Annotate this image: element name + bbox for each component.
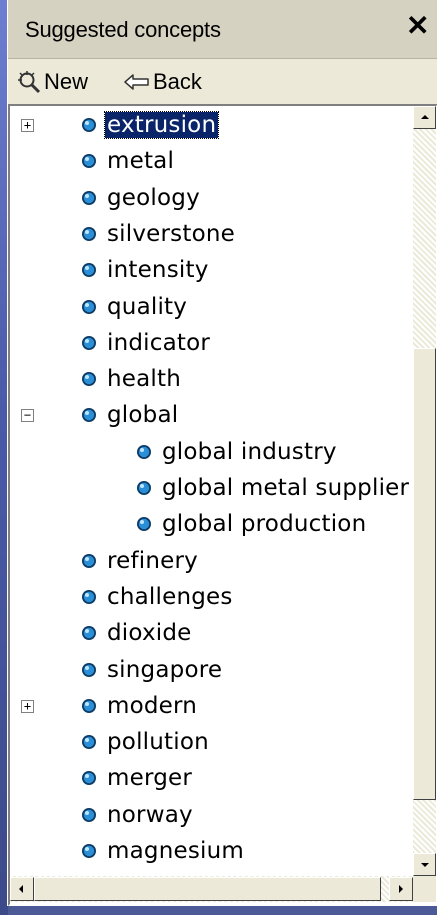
tree-item-label[interactable]: norway xyxy=(105,802,195,828)
tree-item[interactable]: indicator xyxy=(10,327,413,363)
tree-item-label[interactable]: global metal supplier xyxy=(160,475,411,501)
tree-item[interactable]: geology xyxy=(10,182,413,218)
tree-item-label[interactable]: modern xyxy=(105,693,199,719)
back-button-label: Back xyxy=(153,69,202,94)
concept-bullet-icon xyxy=(82,626,96,641)
tree-item[interactable]: merger xyxy=(10,762,413,798)
tree-item[interactable]: norway xyxy=(10,799,413,835)
tree-item-label[interactable]: challenges xyxy=(105,584,235,610)
concept-bullet-icon xyxy=(137,517,151,532)
concept-bullet-icon xyxy=(82,807,96,822)
tree-item[interactable]: silverstone xyxy=(10,218,413,254)
concept-bullet-icon xyxy=(82,226,96,241)
tree-item[interactable]: singapore xyxy=(10,654,413,690)
concept-bullet-icon xyxy=(82,263,96,278)
scroll-right-button[interactable] xyxy=(389,877,413,901)
back-arrow-icon xyxy=(124,74,149,90)
tree-item-label[interactable]: pollution xyxy=(105,729,211,755)
tree-item-label[interactable]: dioxide xyxy=(105,620,194,646)
tree-item-label[interactable]: global industry xyxy=(160,439,339,465)
tree-item[interactable]: global production xyxy=(10,508,413,544)
tree-item-label[interactable]: refinery xyxy=(105,548,200,574)
tree-item[interactable]: quality xyxy=(10,291,413,327)
tree-item[interactable]: intensity xyxy=(10,254,413,290)
tree-item-label[interactable]: health xyxy=(105,366,183,392)
new-button[interactable]: New xyxy=(17,67,88,97)
tree-item[interactable]: challenges xyxy=(10,581,413,617)
tree-item-label[interactable]: quality xyxy=(105,294,189,320)
concept-bullet-icon xyxy=(82,735,96,750)
concept-tree: + extrusion metal geology silverstone intensi… xyxy=(8,104,437,906)
tree-item-label[interactable]: global production xyxy=(160,511,368,537)
magic-wand-icon xyxy=(18,71,41,94)
concept-bullet-icon xyxy=(82,408,96,423)
tree-item[interactable]: + modern xyxy=(10,690,413,726)
concept-bullet-icon xyxy=(82,372,96,387)
concept-bullet-icon xyxy=(82,589,96,604)
tree-item-label[interactable]: extrusion xyxy=(103,111,220,139)
tree-item[interactable]: dioxide xyxy=(10,617,413,653)
concept-bullet-icon xyxy=(82,335,96,350)
tree-item-label[interactable]: singapore xyxy=(105,657,224,683)
close-icon[interactable]: ✕ xyxy=(406,12,429,40)
tree-item-label[interactable]: indicator xyxy=(105,330,212,356)
tree-item-label[interactable]: merger xyxy=(105,765,194,791)
tree-item[interactable]: + extrusion xyxy=(10,109,413,145)
tree-item-label[interactable]: metal xyxy=(105,148,176,174)
tree-item-label[interactable]: silverstone xyxy=(105,221,237,247)
tree-item-label[interactable]: global xyxy=(105,402,180,428)
collapse-icon[interactable]: − xyxy=(21,409,34,423)
concept-bullet-icon xyxy=(82,844,96,858)
panel-titlebar: Suggested concepts ✕ xyxy=(8,0,437,59)
horizontal-scrollbar[interactable] xyxy=(10,876,413,902)
tree-item[interactable]: refinery xyxy=(10,545,413,581)
expand-icon[interactable]: + xyxy=(21,119,34,132)
vertical-scrollbar[interactable] xyxy=(413,106,436,876)
concept-bullet-icon xyxy=(82,190,96,205)
concept-bullet-icon xyxy=(82,118,96,132)
concept-bullet-icon xyxy=(82,299,96,314)
concept-bullet-icon xyxy=(82,698,96,713)
tree-item[interactable]: metal xyxy=(10,145,413,181)
expand-icon[interactable]: + xyxy=(21,699,34,713)
suggested-concepts-panel: Suggested concepts ✕ New Back + extrusion… xyxy=(7,0,437,906)
concept-bullet-icon xyxy=(82,771,96,786)
toolbar: New Back xyxy=(8,59,437,103)
concept-bullet-icon xyxy=(137,481,151,495)
scrollbar-corner xyxy=(413,876,436,902)
scroll-down-button[interactable] xyxy=(413,853,436,876)
horizontal-scroll-thumb[interactable] xyxy=(34,877,381,901)
new-button-label: New xyxy=(44,69,89,94)
vertical-scroll-thumb[interactable] xyxy=(413,348,436,800)
concept-bullet-icon xyxy=(82,553,96,568)
concept-bullet-icon xyxy=(82,154,96,169)
tree-item[interactable]: pollution xyxy=(10,726,413,762)
tree-item[interactable]: − global xyxy=(10,399,413,435)
tree-item[interactable]: health xyxy=(10,363,413,399)
scroll-up-button[interactable] xyxy=(413,106,436,129)
tree-item[interactable]: global industry xyxy=(10,436,413,472)
concept-bullet-icon xyxy=(82,662,96,677)
tree-item-label[interactable]: magnesium xyxy=(105,838,246,864)
tree-item[interactable]: global metal supplier xyxy=(10,472,413,508)
tree-view[interactable]: + extrusion metal geology silverstone intensi… xyxy=(10,106,413,876)
panel-title: Suggested concepts xyxy=(25,17,221,42)
scroll-left-button[interactable] xyxy=(10,877,34,901)
back-button[interactable]: Back xyxy=(124,67,202,97)
tree-item-label[interactable]: geology xyxy=(105,185,202,211)
tree-item[interactable]: magnesium xyxy=(10,835,413,871)
concept-bullet-icon xyxy=(137,444,151,459)
tree-item-label[interactable]: intensity xyxy=(105,257,211,283)
